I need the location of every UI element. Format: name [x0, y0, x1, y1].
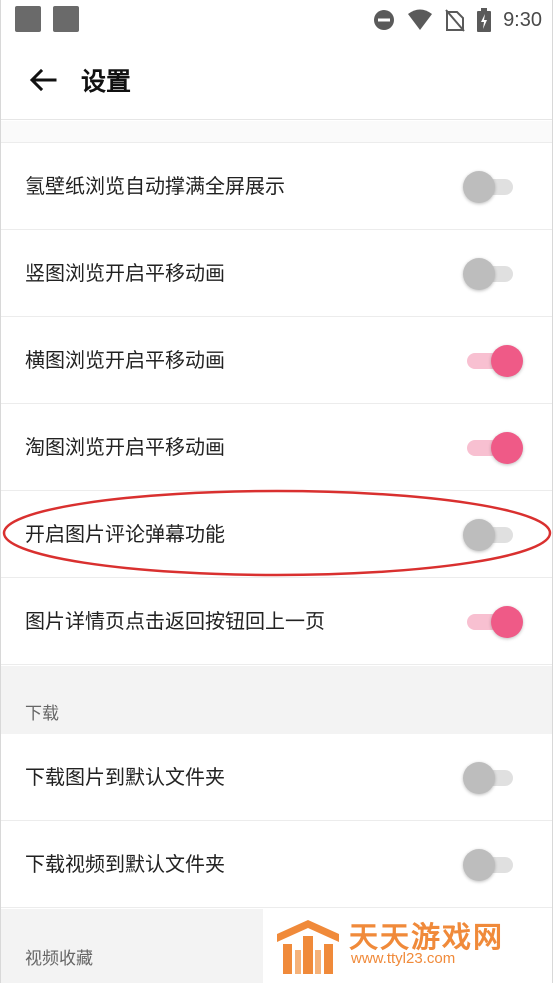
setting-row-taotu-pan[interactable]: 淘图浏览开启平移动画	[1, 404, 552, 491]
switch-thumb	[491, 606, 523, 638]
status-icons: 9:30	[373, 6, 542, 34]
setting-row-back-to-prev[interactable]: 图片详情页点击返回按钮回上一页	[1, 578, 552, 665]
switch-thumb	[463, 762, 495, 794]
setting-label: 下载图片到默认文件夹	[25, 765, 225, 789]
setting-label: 竖图浏览开启平移动画	[25, 261, 225, 285]
no-sim-icon	[445, 9, 465, 32]
toggle-switch[interactable]	[463, 519, 523, 551]
setting-row-landscape-pan[interactable]: 横图浏览开启平移动画	[1, 317, 552, 404]
toggle-switch[interactable]	[463, 849, 523, 881]
app-square-icon	[15, 6, 41, 32]
arrow-left-icon	[29, 68, 57, 92]
toggle-switch[interactable]	[463, 432, 523, 464]
switch-thumb	[491, 345, 523, 377]
setting-label: 开启图片评论弹幕功能	[25, 522, 225, 546]
toggle-switch[interactable]	[463, 606, 523, 638]
battery-charging-icon	[477, 8, 492, 32]
toggle-switch[interactable]	[463, 762, 523, 794]
switch-thumb	[463, 258, 495, 290]
setting-label: 图片详情页点击返回按钮回上一页	[25, 609, 325, 633]
setting-row-portrait-pan[interactable]: 竖图浏览开启平移动画	[1, 230, 552, 317]
list-spacer	[1, 121, 552, 143]
setting-row-download-image[interactable]: 下载图片到默认文件夹	[1, 734, 552, 821]
setting-row-download-video[interactable]: 下载视频到默认文件夹	[1, 821, 552, 908]
setting-row-danmaku[interactable]: 开启图片评论弹幕功能	[1, 491, 552, 578]
screen: 9:30 设置 氢壁纸浏览自动撑满全屏展示 竖图浏览开启平移动画 横图浏览开启平…	[0, 0, 553, 983]
wifi-icon	[408, 9, 433, 30]
watermark: 天天游戏网 www.ttyl23.com	[263, 908, 552, 983]
setting-label: 淘图浏览开启平移动画	[25, 435, 225, 459]
toggle-switch[interactable]	[463, 171, 523, 203]
toggle-switch[interactable]	[463, 258, 523, 290]
setting-label: 下载视频到默认文件夹	[25, 852, 225, 876]
setting-row-fullscreen[interactable]: 氢壁纸浏览自动撑满全屏展示	[1, 143, 552, 230]
toggle-switch[interactable]	[463, 345, 523, 377]
watermark-url: www.ttyl23.com	[351, 950, 456, 967]
back-button[interactable]	[21, 60, 65, 100]
setting-label: 横图浏览开启平移动画	[25, 348, 225, 372]
switch-thumb	[491, 432, 523, 464]
do-not-disturb-icon	[374, 10, 395, 30]
app-bar: 设置	[1, 40, 552, 120]
section-title: 下载	[25, 704, 59, 724]
app-square-icon	[53, 6, 79, 32]
watermark-logo-icon	[277, 920, 339, 974]
status-bar: 9:30	[1, 0, 552, 40]
switch-thumb	[463, 171, 495, 203]
section-title: 视频收藏	[25, 949, 93, 969]
page-title: 设置	[81, 67, 132, 96]
section-header-download: 下载	[1, 666, 552, 734]
switch-thumb	[463, 519, 495, 551]
switch-thumb	[463, 849, 495, 881]
setting-label: 氢壁纸浏览自动撑满全屏展示	[25, 174, 285, 198]
clock: 9:30	[503, 8, 542, 31]
